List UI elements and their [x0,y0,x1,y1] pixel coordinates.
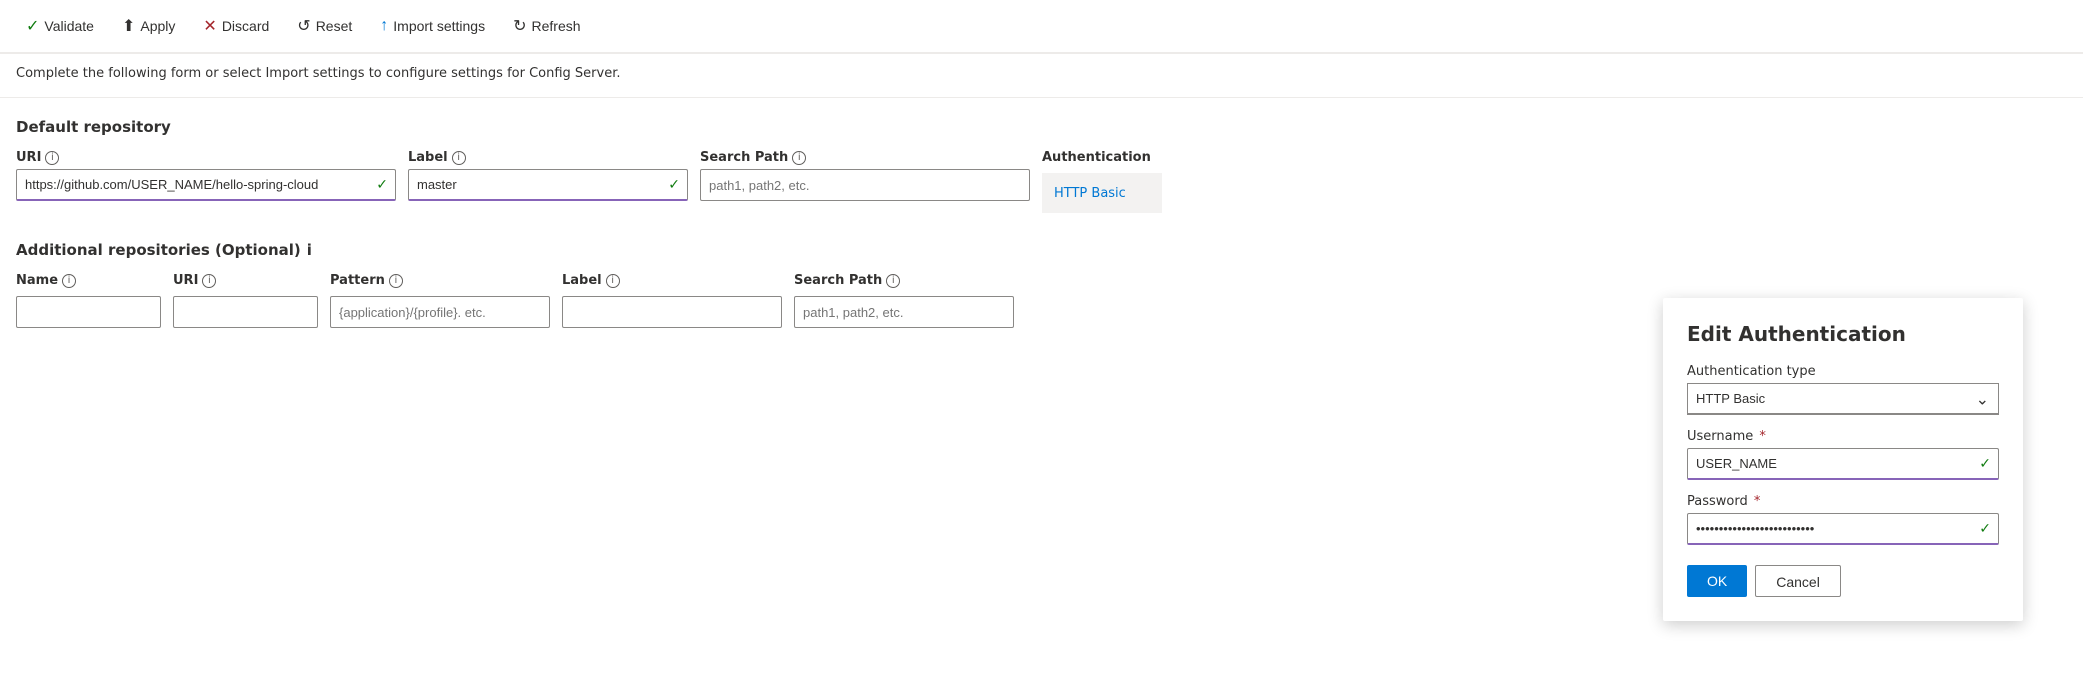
additional-repos-title: Additional repositories (Optional) i [16,241,2067,259]
ok-button[interactable]: OK [1687,565,1747,597]
http-basic-link[interactable]: HTTP Basic [1054,186,1126,201]
subtitle: Complete the following form or select Im… [0,54,2083,98]
add-pattern-info-icon[interactable]: i [389,274,403,288]
add-name-info-icon[interactable]: i [62,274,76,288]
toolbar: ✓ Validate ⬆ Apply ✕ Discard ↺ Reset ↑ I… [0,0,2083,53]
add-pattern-label: Pattern i [330,273,550,288]
add-label-info-icon[interactable]: i [606,274,620,288]
username-check-icon: ✓ [1979,456,1991,472]
default-repo-section: Default repository URI i ✓ Label i [16,118,2067,213]
uri-field-group: URI i ✓ [16,150,396,201]
subtitle-text: Complete the following form or select Im… [16,66,621,81]
auth-field-group: Authentication HTTP Basic [1042,150,1162,213]
auth-type-field: Authentication type HTTP Basic None SSH [1687,364,1999,415]
password-input-wrapper: ✓ [1687,513,1999,545]
apply-icon: ⬆ [122,16,135,36]
default-repo-labels-row: URI i ✓ Label i ✓ [16,150,2067,213]
dialog-title: Edit Authentication [1687,322,1999,346]
username-input-wrapper: ✓ [1687,448,1999,480]
discard-button[interactable]: ✕ Discard [189,8,283,44]
auth-type-select-wrapper: HTTP Basic None SSH [1687,383,1999,415]
add-pattern-input[interactable] [330,296,550,328]
label-info-icon[interactable]: i [452,151,466,165]
validate-button[interactable]: ✓ Validate [12,8,108,44]
import-button[interactable]: ↑ Import settings [366,9,499,43]
add-name-label: Name i [16,273,161,288]
add-uri-label: URI i [173,273,318,288]
label-label: Label i [408,150,688,165]
uri-input[interactable] [16,169,396,201]
apply-label: Apply [140,18,175,34]
additional-repos-info-icon[interactable]: i [307,241,312,259]
uri-check-icon: ✓ [376,177,388,193]
reset-icon: ↺ [297,16,310,36]
auth-type-label: Authentication type [1687,364,1999,379]
refresh-label: Refresh [532,18,581,34]
add-search-path-input[interactable] [794,296,1014,328]
auth-label: Authentication [1042,150,1162,165]
default-repo-title: Default repository [16,118,2067,136]
auth-type-select[interactable]: HTTP Basic None SSH [1687,383,1999,415]
validate-label: Validate [44,18,94,34]
password-label: Password * [1687,494,1999,509]
add-uri-info-icon[interactable]: i [202,274,216,288]
refresh-icon: ↻ [513,16,526,36]
validate-icon: ✓ [26,16,39,36]
import-label: Import settings [393,18,485,34]
dialog-actions: OK Cancel [1687,565,1999,597]
reset-button[interactable]: ↺ Reset [283,8,366,44]
add-uri-input[interactable] [173,296,318,328]
add-search-path-info-icon[interactable]: i [886,274,900,288]
username-input[interactable] [1687,448,1999,480]
label-field-group: Label i ✓ [408,150,688,201]
main-content: Default repository URI i ✓ Label i [0,98,2083,348]
search-path-info-icon[interactable]: i [792,151,806,165]
label-check-icon: ✓ [668,177,680,193]
search-path-field-group: Search Path i [700,150,1030,201]
password-field: Password * ✓ [1687,494,1999,545]
username-field: Username * ✓ [1687,429,1999,480]
add-label-label: Label i [562,273,782,288]
password-check-icon: ✓ [1979,521,1991,537]
additional-repos-headers: Name i URI i Pattern i Label i Search Pa… [16,273,2067,288]
cancel-button[interactable]: Cancel [1755,565,1841,597]
add-label-input[interactable] [562,296,782,328]
edit-auth-dialog: Edit Authentication Authentication type … [1663,298,2023,621]
discard-label: Discard [222,18,269,34]
apply-button[interactable]: ⬆ Apply [108,8,189,44]
search-path-label: Search Path i [700,150,1030,165]
username-required: * [1759,429,1766,444]
discard-icon: ✕ [203,16,216,36]
import-icon: ↑ [380,17,388,35]
uri-input-wrapper: ✓ [16,169,396,201]
password-required: * [1754,494,1761,509]
password-input[interactable] [1687,513,1999,545]
label-input-wrapper: ✓ [408,169,688,201]
username-label: Username * [1687,429,1999,444]
add-search-path-label: Search Path i [794,273,1014,288]
search-path-input[interactable] [700,169,1030,201]
uri-label: URI i [16,150,396,165]
label-input[interactable] [408,169,688,201]
add-name-input[interactable] [16,296,161,328]
search-path-input-wrapper [700,169,1030,201]
auth-area: HTTP Basic [1042,173,1162,213]
refresh-button[interactable]: ↻ Refresh [499,8,594,44]
reset-label: Reset [316,18,353,34]
uri-info-icon[interactable]: i [45,151,59,165]
